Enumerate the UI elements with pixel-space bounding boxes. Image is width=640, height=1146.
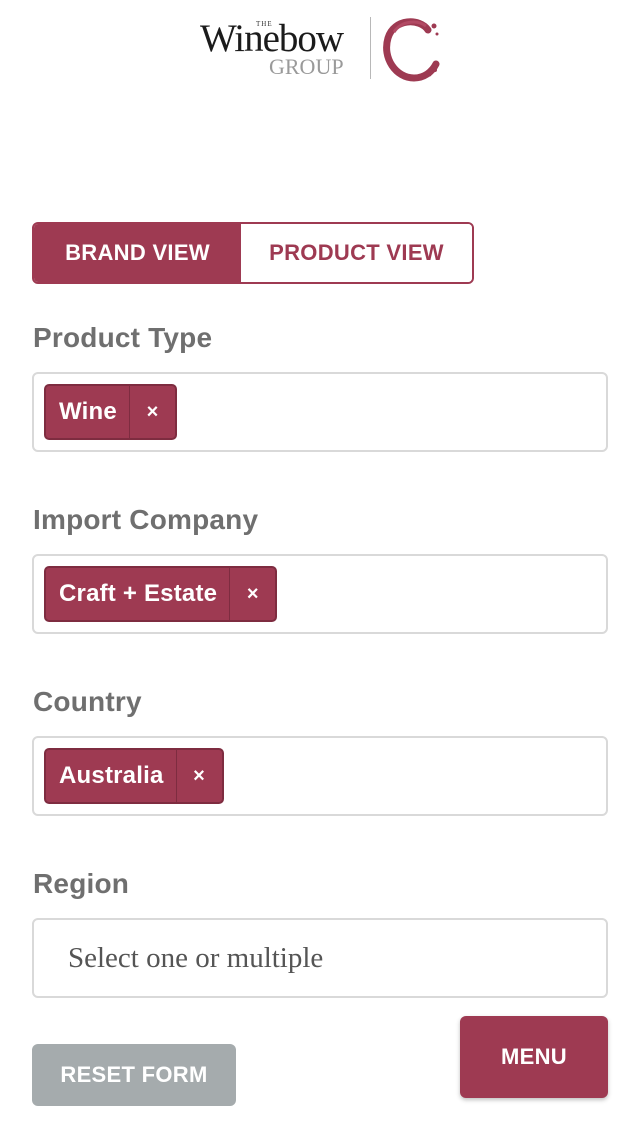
import-company-label: Import Company	[33, 504, 259, 535]
country-label: Country	[33, 686, 142, 717]
tag-label: Australia	[59, 762, 164, 789]
remove-tag-icon[interactable]: ×	[175, 750, 222, 802]
remove-tag-icon[interactable]: ×	[128, 386, 175, 438]
region-select[interactable]: Select one or multiple	[32, 918, 608, 998]
product-view-button[interactable]: PRODUCT VIEW	[241, 224, 472, 282]
import-company-tag: Craft + Estate ×	[44, 566, 278, 622]
country-select[interactable]: Australia ×	[32, 736, 608, 816]
logo-group: GROUP	[269, 54, 344, 79]
region-placeholder: Select one or multiple	[68, 941, 324, 974]
menu-button[interactable]: MENU	[460, 1016, 608, 1098]
remove-tag-icon[interactable]: ×	[229, 568, 275, 620]
brand-view-button[interactable]: BRAND VIEW	[34, 224, 241, 282]
product-type-label: Product Type	[33, 322, 213, 353]
logo-the: THE	[256, 20, 273, 28]
wine-ring-icon	[383, 18, 440, 82]
page: Winebow THE GROUP BRAND VIEW PRODUCT VIE…	[0, 0, 640, 1146]
logo-divider	[370, 17, 371, 79]
reset-form-button[interactable]: RESET FORM	[32, 1044, 236, 1106]
product-type-select[interactable]: Wine ×	[32, 372, 608, 452]
import-company-select[interactable]: Craft + Estate ×	[32, 554, 608, 634]
view-toggle: BRAND VIEW PRODUCT VIEW	[32, 222, 474, 284]
country-tag: Australia ×	[44, 748, 224, 804]
tag-label: Craft + Estate	[59, 580, 218, 607]
product-type-tag: Wine ×	[44, 384, 177, 440]
region-label: Region	[33, 868, 130, 899]
winebow-logo[interactable]: Winebow THE GROUP	[200, 14, 440, 82]
tag-label: Wine	[59, 398, 117, 425]
